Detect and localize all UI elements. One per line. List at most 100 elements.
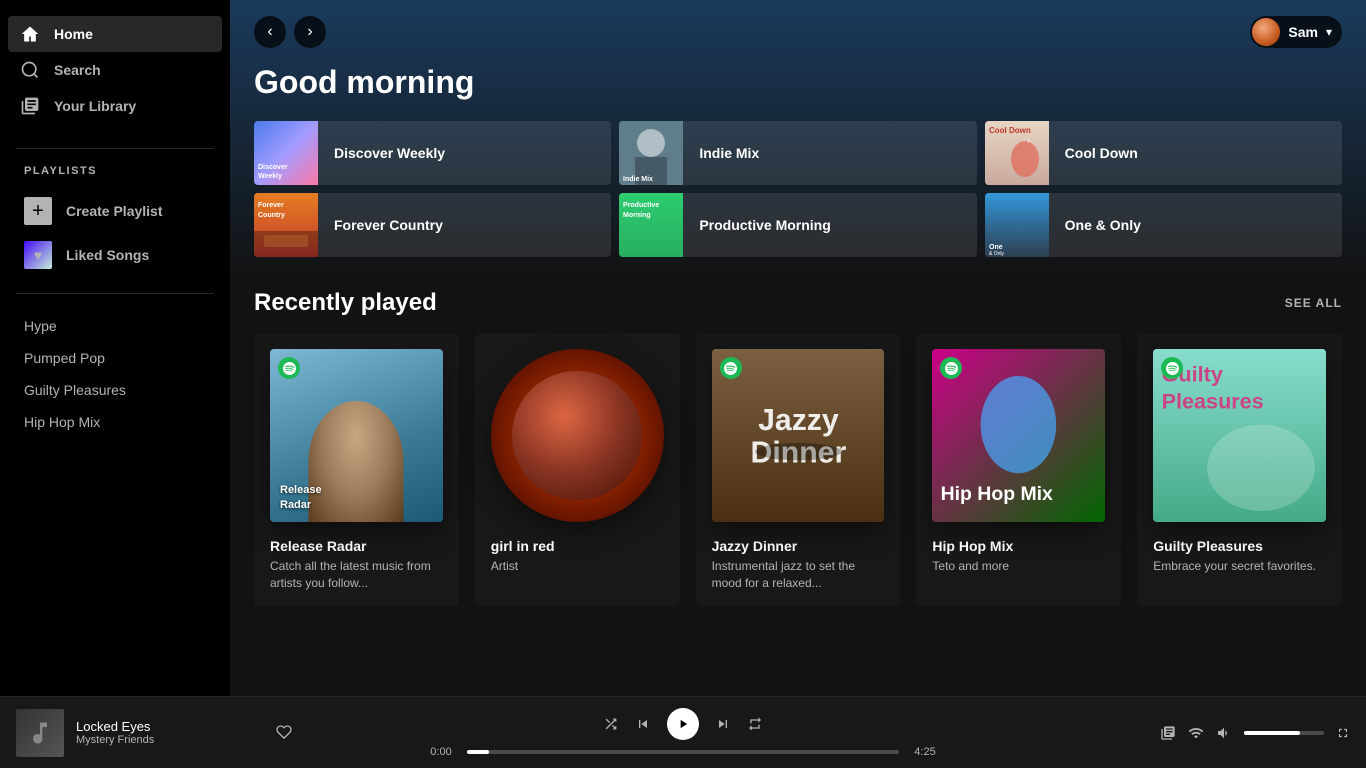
sidebar-divider [16, 148, 214, 149]
play-button[interactable] [667, 708, 699, 740]
liked-songs-button[interactable]: ♥ Liked Songs [12, 233, 218, 277]
quick-item-label-cool-down: Cool Down [1049, 145, 1154, 161]
topbar: ‹ › Sam ▾ [230, 0, 1366, 64]
svg-text:♪: ♪ [1027, 138, 1031, 145]
see-all-button[interactable]: SEE ALL [1285, 296, 1342, 310]
svg-text:Jazzy: Jazzy [758, 404, 839, 437]
card-desc-release-radar: Catch all the latest music from artists … [270, 558, 443, 592]
playlists-section: PLAYLISTS + Create Playlist ♥ Liked Song… [0, 157, 230, 285]
quick-item-art-discover-weekly [254, 121, 318, 185]
progress-bar[interactable] [467, 750, 899, 754]
quick-item-forever-country[interactable]: Forever Country Forever Country [254, 193, 611, 257]
avatar-image [1252, 18, 1280, 46]
now-playing-artist: Mystery Friends [76, 734, 260, 746]
card-img-wrap-jazzy-dinner: Jazzy Dinner [712, 349, 885, 522]
avatar [1252, 18, 1280, 46]
sidebar: Home Search Your Library [0, 0, 230, 696]
device-button[interactable] [1188, 725, 1204, 741]
quick-item-art-one-only: One & Only [985, 193, 1049, 257]
queue-button[interactable] [1160, 725, 1176, 741]
quick-item-productive-morning[interactable]: Productive Morning Productive Morning [619, 193, 976, 257]
nav-buttons: ‹ › [254, 16, 326, 48]
svg-text:Morning: Morning [623, 212, 651, 219]
svg-text:Hip Hop Mix: Hip Hop Mix [941, 483, 1053, 505]
card-title-release-radar: Release Radar [270, 538, 443, 554]
liked-songs-label: Liked Songs [66, 247, 149, 263]
sidebar-item-home[interactable]: Home [8, 16, 222, 52]
user-name: Sam [1288, 24, 1318, 40]
card-desc-guilty-pleasures: Embrace your secret favorites. [1153, 558, 1326, 575]
art-girl-in-red [491, 349, 664, 522]
quick-item-indie-mix[interactable]: Indie Mix Indie Mix [619, 121, 976, 185]
next-button[interactable] [715, 716, 731, 732]
quick-item-discover-weekly[interactable]: Discover Weekly [254, 121, 611, 185]
card-img-wrap-girl-in-red [491, 349, 664, 522]
volume-button[interactable] [1216, 725, 1232, 741]
sidebar-divider-2 [16, 293, 214, 294]
card-jazzy-dinner[interactable]: Jazzy Dinner Jazzy Dinne [696, 333, 901, 607]
sidebar-item-pumped-pop[interactable]: Pumped Pop [0, 342, 230, 374]
back-button[interactable]: ‹ [254, 16, 286, 48]
sidebar-item-guilty-pleasures[interactable]: Guilty Pleasures [0, 374, 230, 406]
player-right [1070, 725, 1350, 741]
cards-grid: Release Radar Catch all the latest music… [254, 333, 1342, 607]
player-buttons [603, 708, 763, 740]
quick-item-label-one-only: One & Only [1049, 217, 1157, 233]
card-girl-in-red[interactable]: girl in red Artist [475, 333, 680, 607]
card-guilty-pleasures[interactable]: Guilty Pleasures Guilty [1137, 333, 1342, 607]
previous-button[interactable] [635, 716, 651, 732]
sidebar-label-search: Search [54, 62, 101, 78]
volume-bar[interactable] [1244, 731, 1324, 735]
playlists-label: PLAYLISTS [12, 165, 218, 177]
shuffle-button[interactable] [603, 716, 619, 732]
app-layout: Home Search Your Library [0, 0, 1366, 696]
quick-item-label-discover-weekly: Discover Weekly [318, 145, 461, 161]
create-playlist-label: Create Playlist [66, 203, 163, 219]
sidebar-item-hype[interactable]: Hype [0, 310, 230, 342]
spotify-logo-jazzy-dinner [720, 357, 742, 379]
card-title-hip-hop-mix: Hip Hop Mix [932, 538, 1105, 554]
expand-button[interactable] [1336, 726, 1350, 740]
svg-text:One: One [989, 244, 1003, 251]
quick-item-one-only[interactable]: One & Only One & Only [985, 193, 1342, 257]
create-playlist-button[interactable]: + Create Playlist [12, 189, 218, 233]
main-content: ‹ › Sam ▾ Good morning Discover Weekly [230, 0, 1366, 696]
card-title-jazzy-dinner: Jazzy Dinner [712, 538, 885, 554]
sidebar-label-home: Home [54, 26, 93, 42]
chevron-down-icon: ▾ [1326, 25, 1332, 39]
now-playing: Locked Eyes Mystery Friends [16, 709, 296, 757]
sidebar-item-library[interactable]: Your Library [8, 88, 222, 124]
playlist-list: Hype Pumped Pop Guilty Pleasures Hip Hop… [0, 302, 230, 446]
content-area: Good morning Discover Weekly Indie Mix [230, 64, 1366, 631]
time-total: 4:25 [907, 746, 943, 758]
spotify-logo-release-radar [278, 357, 300, 379]
quick-item-cool-down[interactable]: Cool Down ♪ Cool Down [985, 121, 1342, 185]
sidebar-label-library: Your Library [54, 98, 136, 114]
card-desc-jazzy-dinner: Instrumental jazz to set the mood for a … [712, 558, 885, 592]
time-current: 0:00 [423, 746, 459, 758]
repeat-button[interactable] [747, 716, 763, 732]
now-playing-title: Locked Eyes [76, 719, 260, 734]
sidebar-item-search[interactable]: Search [8, 52, 222, 88]
volume-fill [1244, 731, 1300, 735]
card-title-guilty-pleasures: Guilty Pleasures [1153, 538, 1326, 554]
quick-grid: Discover Weekly Indie Mix Indie Mix [254, 121, 1342, 257]
quick-item-label-forever-country: Forever Country [318, 217, 459, 233]
like-button[interactable] [272, 720, 296, 746]
card-release-radar[interactable]: Release Radar Catch all the latest music… [254, 333, 459, 607]
user-menu[interactable]: Sam ▾ [1250, 16, 1342, 48]
svg-text:& Only: & Only [989, 251, 1005, 257]
quick-item-art-productive-morning: Productive Morning [619, 193, 683, 257]
card-img-wrap-guilty-pleasures: Guilty Pleasures [1153, 349, 1326, 522]
home-icon [20, 24, 40, 44]
svg-text:Cool Down: Cool Down [989, 126, 1031, 135]
quick-item-art-indie-mix: Indie Mix [619, 121, 683, 185]
sidebar-item-hip-hop-mix[interactable]: Hip Hop Mix [0, 406, 230, 438]
svg-text:Country: Country [258, 212, 285, 219]
sidebar-nav: Home Search Your Library [0, 0, 230, 140]
svg-text:Forever: Forever [258, 202, 284, 209]
card-hip-hop-mix[interactable]: Hip Hop Mix Hip Hop Mix Teto and more [916, 333, 1121, 607]
now-playing-art [16, 709, 64, 757]
forward-button[interactable]: › [294, 16, 326, 48]
quick-item-art-cool-down: Cool Down ♪ [985, 121, 1049, 185]
